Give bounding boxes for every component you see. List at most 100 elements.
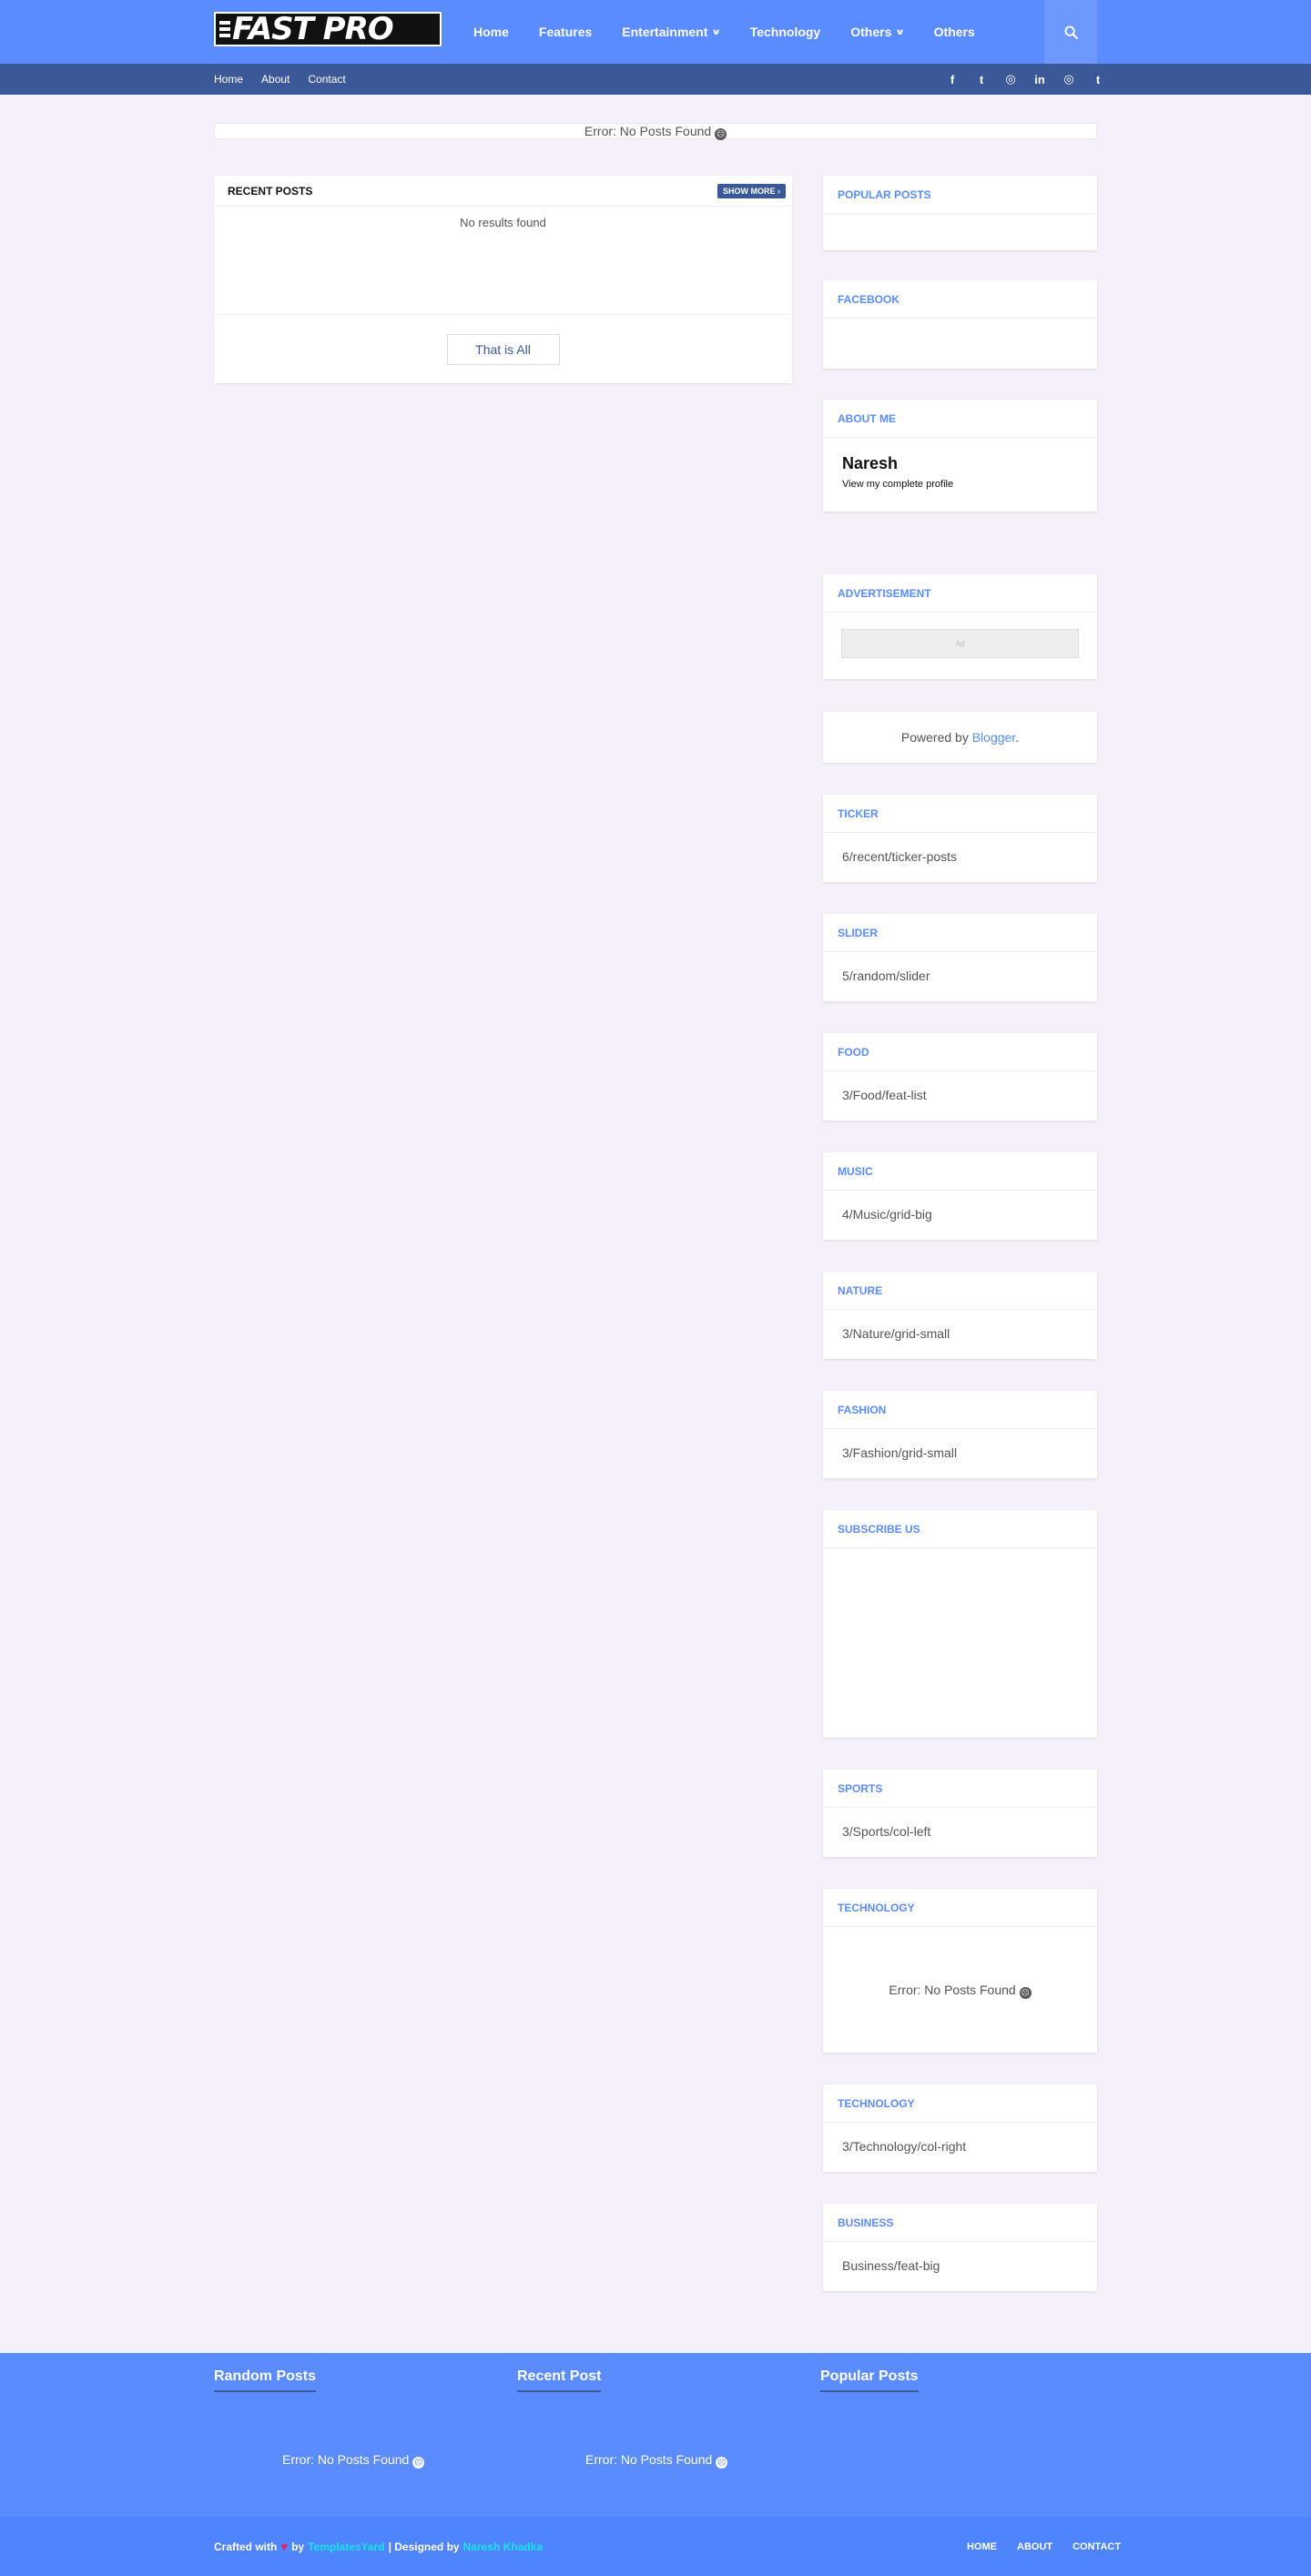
ticker-bar: Error: No Posts Found ☹ — [214, 123, 1097, 140]
ad-placeholder[interactable]: Ad — [841, 629, 1079, 658]
widget-content: 3/Technology/col-right — [842, 2139, 967, 2154]
nav-others-2-label: Others — [933, 25, 975, 39]
powered-prefix: Powered by — [900, 730, 972, 745]
business-widget: BUSINESS Business/feat-big — [823, 2204, 1097, 2291]
recent-posts-footer: That is All — [214, 314, 792, 383]
powered-by-widget: Powered by Blogger. — [823, 712, 1097, 763]
twitter-icon[interactable]: t — [967, 72, 996, 86]
footer-links: HOME ABOUT CONTACT — [947, 2517, 1121, 2576]
widget-title: ADVERTISEMENT — [823, 574, 1097, 613]
tumblr-icon[interactable]: t — [1083, 72, 1113, 86]
footer-recent-error: Error: No Posts Found — [585, 2452, 713, 2467]
nav-features-label: Features — [538, 25, 593, 39]
footer-popular-title: Popular Posts — [820, 2368, 919, 2392]
profile-name[interactable]: Naresh — [842, 454, 1078, 473]
by-text: by — [291, 2540, 305, 2553]
powered-by-text: Powered by Blogger. — [823, 712, 1097, 763]
sports-widget: SPORTS 3/Sports/col-left — [823, 1770, 1097, 1857]
instagram-icon-2[interactable]: ◎ — [1054, 72, 1083, 86]
widget-title: SPORTS — [823, 1770, 1097, 1808]
widget-content: 3/Food/feat-list — [842, 1088, 927, 1102]
sad-face-icon: ☹ — [715, 128, 727, 140]
slider-widget: SLIDER 5/random/slider — [823, 914, 1097, 1001]
widget-title: NATURE — [823, 1272, 1097, 1310]
nav-technology[interactable]: Technology — [750, 25, 821, 39]
designer-link[interactable]: Naresh Khadka — [463, 2541, 543, 2553]
designed-text: | Designed by — [388, 2540, 460, 2553]
footer-recent-error-row: Error: No Posts Found ☹ — [585, 2452, 728, 2469]
popular-posts-widget: POPULAR POSTS — [823, 176, 1097, 250]
footer-link-about[interactable]: ABOUT — [1017, 2541, 1052, 2552]
topbar-link-contact[interactable]: Contact — [308, 73, 345, 86]
linkedin-icon[interactable]: in — [1025, 72, 1054, 86]
subscribe-widget: SUBSCRIBE US — [823, 1510, 1097, 1738]
chevron-down-icon: ∨ — [711, 26, 722, 36]
footer-random-title: Random Posts — [214, 2368, 317, 2392]
widget-title: SLIDER — [823, 914, 1097, 952]
view-profile-link[interactable]: View my complete profile — [842, 479, 1078, 490]
logo-speed-lines — [219, 21, 230, 37]
nav-entertainment-label: Entertainment — [622, 25, 708, 39]
widget-title: BUSINESS — [823, 2204, 1097, 2242]
widget-content: 5/random/slider — [842, 969, 930, 983]
about-me-widget: ABOUT ME Naresh View my complete profile — [823, 400, 1097, 512]
author-link[interactable]: TemplatesYard — [308, 2541, 384, 2553]
technology-col-right-widget: TECHNOLOGY 3/Technology/col-right — [823, 2084, 1097, 2172]
nav-home-label: Home — [473, 25, 509, 39]
widget-content: 3/Nature/grid-small — [842, 1326, 950, 1341]
footer-credits: Crafted with ♥ by TemplatesYard | Design… — [214, 2517, 546, 2576]
ticker-widget: TICKER 6/recent/ticker-posts — [823, 795, 1097, 882]
advertisement-widget: ADVERTISEMENT Ad — [823, 574, 1097, 679]
instagram-icon[interactable]: ◎ — [996, 72, 1025, 86]
widget-title: SUBSCRIBE US — [823, 1510, 1097, 1548]
no-results-text: No results found — [460, 216, 546, 229]
topbar-link-about[interactable]: About — [261, 73, 290, 86]
sad-face-icon: ☹ — [1019, 1987, 1032, 1999]
technology-error-row: Error: No Posts Found ☹ — [823, 1983, 1097, 1999]
logo-text: FAST PRO — [232, 11, 394, 47]
widget-title: FACEBOOK — [823, 280, 1097, 319]
profile-block: Naresh View my complete profile — [823, 454, 1097, 490]
widget-title: TECHNOLOGY — [823, 2084, 1097, 2123]
footer-random-error-row: Error: No Posts Found ☹ — [282, 2452, 425, 2469]
footer-recent-title: Recent Post — [517, 2368, 602, 2392]
footer-link-home[interactable]: HOME — [967, 2541, 997, 2552]
social-links: f t ◎ in ◎ t — [938, 64, 1113, 95]
widget-title: FASHION — [823, 1391, 1097, 1429]
that-is-all-button[interactable]: That is All — [446, 333, 560, 365]
search-button[interactable] — [1044, 0, 1097, 64]
widget-content: 6/recent/ticker-posts — [842, 849, 958, 864]
heart-icon: ♥ — [280, 2540, 289, 2553]
technology-widget: TECHNOLOGY Error: No Posts Found ☹ — [823, 1889, 1097, 2053]
widget-content: Business/feat-big — [842, 2258, 940, 2273]
main-nav: Home Features Entertainment ∨ Technology … — [473, 0, 1005, 64]
footer-random-posts: Random Posts — [214, 2353, 487, 2392]
widget-title: TICKER — [823, 795, 1097, 833]
recent-posts-title: RECENT POSTS — [228, 184, 313, 198]
chevron-down-icon: ∨ — [895, 26, 906, 36]
technology-error: Error: No Posts Found — [889, 1983, 1016, 1997]
footer-popular-posts: Popular Posts — [820, 2353, 1093, 2392]
nav-home[interactable]: Home — [473, 25, 509, 39]
recent-posts-header: RECENT POSTS SHOW MORE › — [214, 176, 792, 207]
food-widget: FOOD 3/Food/feat-list — [823, 1033, 1097, 1121]
show-more-button[interactable]: SHOW MORE › — [717, 183, 786, 198]
music-widget: MUSIC 4/Music/grid-big — [823, 1152, 1097, 1240]
blogger-link[interactable]: Blogger — [972, 730, 1015, 745]
widget-title: MUSIC — [823, 1152, 1097, 1191]
nav-entertainment[interactable]: Entertainment ∨ — [622, 25, 722, 39]
topbar-link-home[interactable]: Home — [214, 73, 243, 86]
sad-face-icon: ☹ — [716, 2457, 728, 2469]
nav-others[interactable]: Others — [934, 25, 975, 39]
top-bar: Home About Contact f t ◎ in ◎ t — [0, 64, 1311, 95]
crafted-text: Crafted with — [214, 2540, 278, 2553]
footer-random-error: Error: No Posts Found — [282, 2452, 410, 2467]
footer-recent-post: Recent Post — [517, 2353, 790, 2392]
site-logo[interactable]: FAST PRO — [214, 12, 442, 46]
nav-others-dropdown[interactable]: Others ∨ — [850, 25, 906, 39]
nav-features[interactable]: Features — [539, 25, 592, 39]
widget-content: 3/Fashion/grid-small — [842, 1445, 958, 1460]
widget-title: ABOUT ME — [823, 400, 1097, 438]
facebook-icon[interactable]: f — [938, 72, 967, 86]
footer-link-contact[interactable]: CONTACT — [1072, 2541, 1121, 2552]
